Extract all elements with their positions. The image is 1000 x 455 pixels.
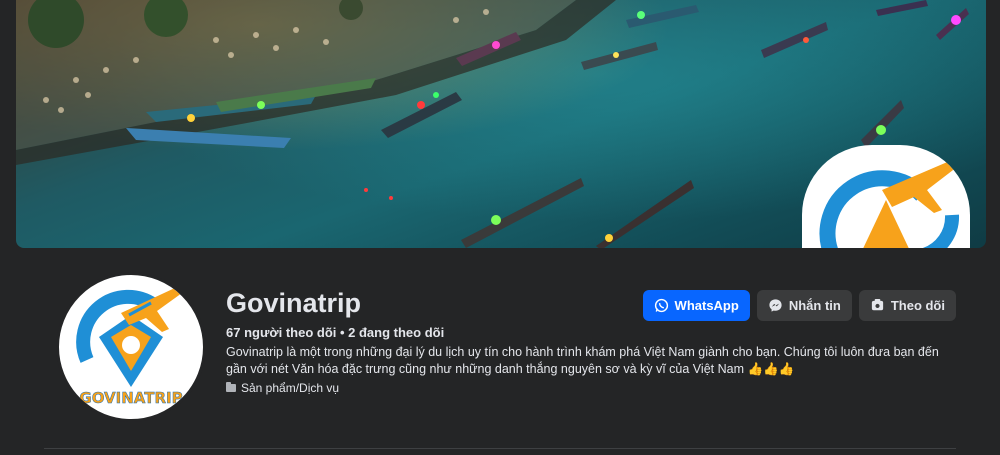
page-title: Govinatrip xyxy=(226,288,362,318)
whatsapp-label: WhatsApp xyxy=(674,298,739,313)
follow-label: Theo dõi xyxy=(890,298,945,313)
messenger-icon xyxy=(769,299,782,312)
message-label: Nhắn tin xyxy=(788,298,841,313)
page-bio: Govinatrip là một trong những đại lý du … xyxy=(226,344,956,378)
bio-line: gần với nét Văn hóa đặc trưng cũng như n… xyxy=(226,362,795,376)
page-header: GOVINATRIP Govinatrip 67 người theo dõi … xyxy=(0,0,1000,455)
whatsapp-button[interactable]: WhatsApp xyxy=(642,290,750,321)
message-button[interactable]: Nhắn tin xyxy=(756,290,852,321)
action-bar: WhatsApp Nhắn tin Theo dõi xyxy=(642,290,956,321)
page-category: Sản phẩm/Dịch vụ xyxy=(226,381,339,395)
cover-logo xyxy=(802,145,970,248)
follow-icon xyxy=(871,298,883,311)
section-divider xyxy=(44,448,956,449)
logo-wordmark: GOVINATRIP xyxy=(79,389,183,408)
follower-count[interactable]: 67 người theo dõi • 2 đang theo dõi xyxy=(226,325,444,340)
bio-line: Govinatrip là một trong những đại lý du … xyxy=(226,345,939,359)
folder-icon xyxy=(226,382,236,392)
whatsapp-icon xyxy=(654,298,668,313)
follow-button[interactable]: Theo dõi xyxy=(858,290,956,321)
category-label: Sản phẩm/Dịch vụ xyxy=(241,381,340,395)
cover-photo[interactable] xyxy=(16,0,986,248)
profile-avatar[interactable]: GOVINATRIP xyxy=(56,272,206,422)
logo-mark-icon xyxy=(819,160,960,248)
